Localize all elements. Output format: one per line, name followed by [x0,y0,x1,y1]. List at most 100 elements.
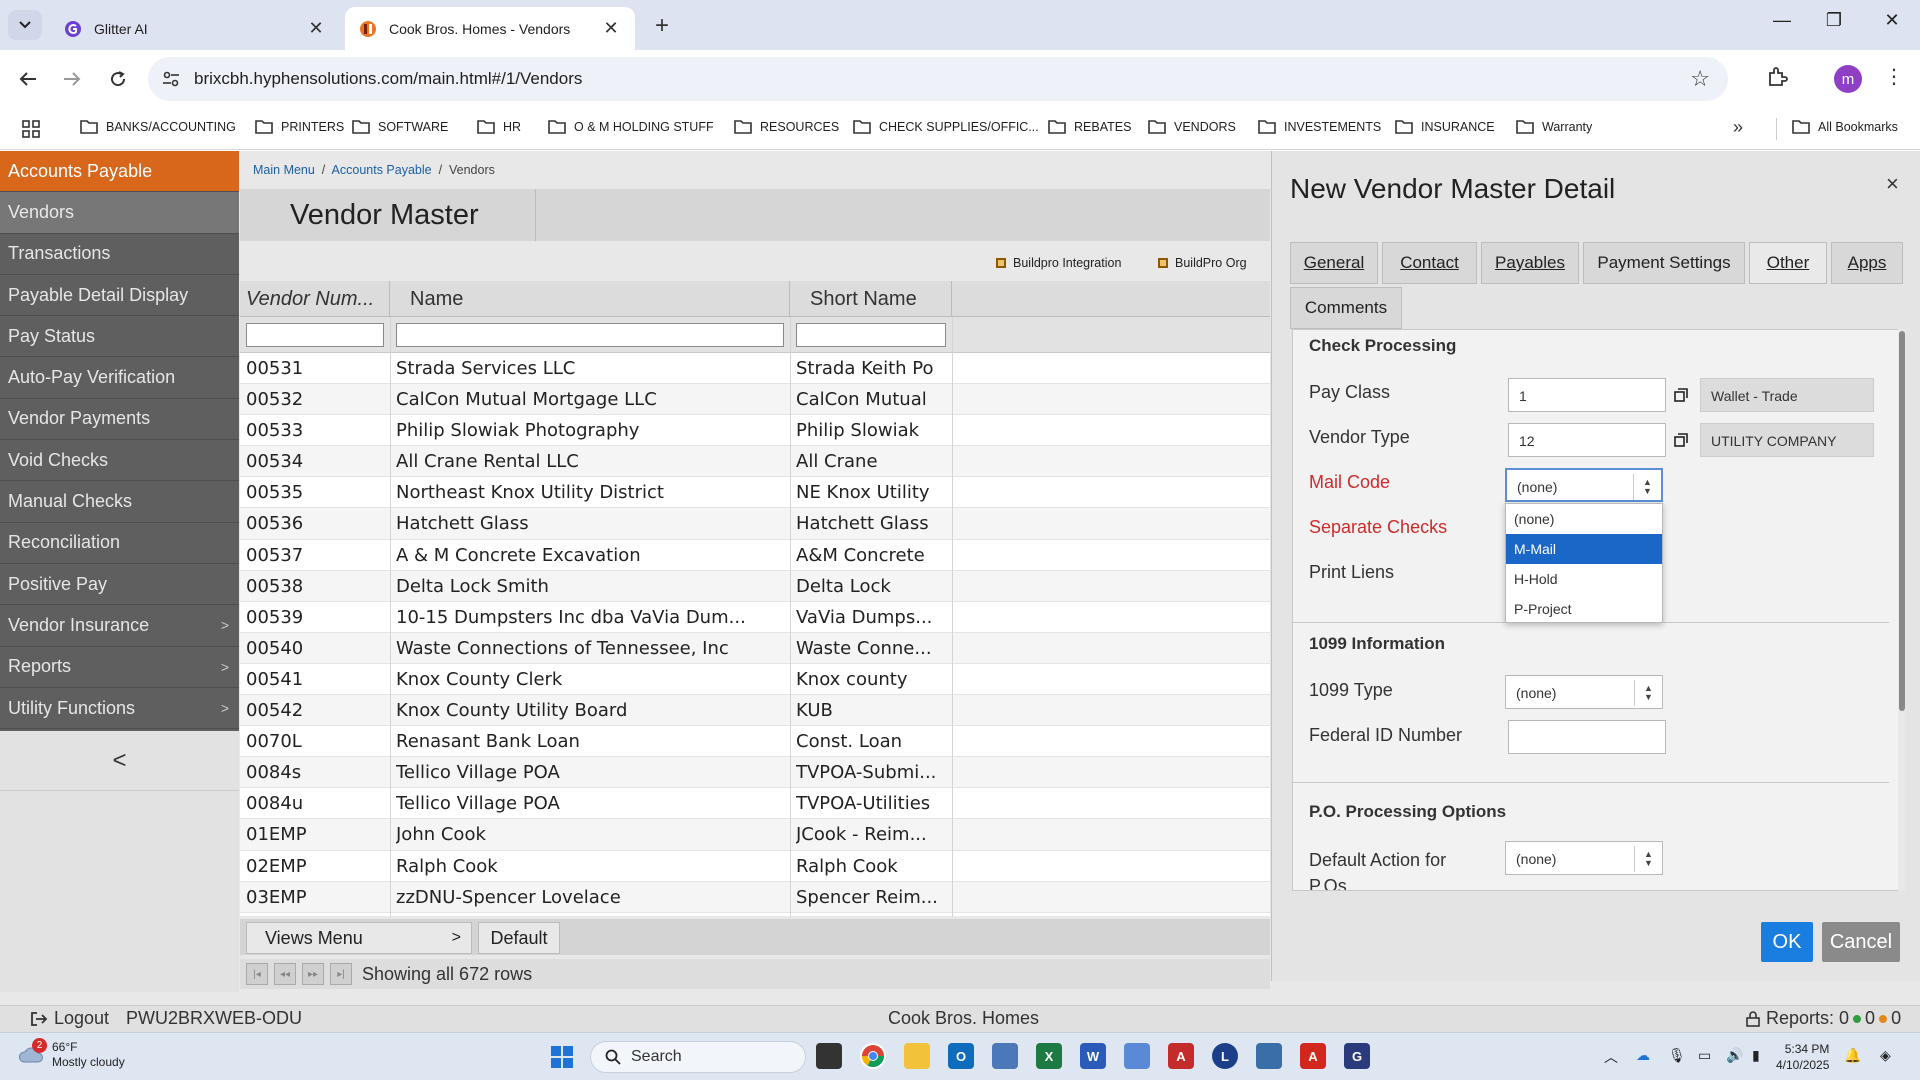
microphone-icon[interactable]: 🎙 [1668,1047,1686,1064]
type-1099-select[interactable]: (none) ▲ ▼ [1505,675,1663,709]
outlook-icon[interactable]: O [948,1043,974,1069]
bookmark-folder[interactable]: O & M HOLDING STUFF [548,119,714,134]
more-bookmarks-icon[interactable]: » [1733,117,1743,138]
tab-payment-settings[interactable]: Payment Settings [1583,242,1745,284]
tab-contact[interactable]: Contact [1382,242,1477,284]
taskbar-search[interactable]: Search [590,1041,806,1073]
table-row[interactable]: 00542 Knox County Utility Board KUB [240,695,1270,727]
table-row[interactable]: 0070L Renasant Bank Loan Const. Loan [240,726,1270,758]
tab-comments[interactable]: Comments [1290,287,1402,329]
dropdown-option[interactable]: P-Project [1506,594,1662,624]
bookmark-folder[interactable]: SOFTWARE [352,119,448,134]
modal-scrollbar[interactable] [1898,329,1906,891]
reports-status[interactable]: Reports: 0 0 0 [1746,1008,1901,1029]
sidebar-item-reconciliation[interactable]: Reconciliation [0,523,239,564]
sidebar-item-pay-status[interactable]: Pay Status [0,316,239,358]
cancel-button[interactable]: Cancel [1822,922,1900,962]
back-button[interactable] [12,63,44,95]
snipping-tool-icon[interactable] [1124,1043,1150,1069]
sidebar-item-payable-detail-display[interactable]: Payable Detail Display [0,275,239,317]
onedrive-icon[interactable]: ☁ [1636,1047,1650,1064]
pay-class-input[interactable]: 1 [1508,378,1666,412]
table-row[interactable]: 00532 CalCon Mutual Mortgage LLC CalCon Mu… [240,384,1270,416]
breadcrumb-main-menu[interactable]: Main Menu [253,163,315,177]
dropdown-option[interactable]: (none) [1506,504,1662,534]
sidebar-item-vendors[interactable]: Vendors [0,192,239,234]
close-tab-icon[interactable]: ✕ [306,18,326,39]
lookup-icon[interactable] [1674,433,1688,447]
short-name-filter-input[interactable] [796,323,946,347]
dropdown-option[interactable]: M-Mail [1506,534,1662,564]
buildpro-org-filter[interactable]: BuildPro Org [1158,256,1247,270]
table-row[interactable]: 00539 10-15 Dumpsters Inc dba VaVia Dum..… [240,602,1270,633]
table-row[interactable]: 0084s Tellico Village POA TVPOA-Submi... [240,757,1270,789]
table-row[interactable]: 00534 All Crane Rental LLC All Crane [240,446,1270,478]
bookmark-folder[interactable]: INSURANCE [1395,119,1495,134]
table-row[interactable]: 00540 Waste Connections of Tennessee, Inc… [240,632,1270,664]
buildpro-integration-filter[interactable]: Buildpro Integration [996,256,1121,270]
extensions-puzzle-icon[interactable] [1766,66,1788,88]
network-app-icon[interactable] [992,1043,1018,1069]
mail-code-select[interactable]: (none) ▲ ▼ [1505,468,1663,502]
word-icon[interactable]: W [1080,1043,1106,1069]
apps-grid-icon[interactable] [22,120,40,138]
next-page-icon[interactable]: ▸▸ [302,963,324,985]
battery-icon[interactable]: ▮ [1752,1047,1760,1064]
weather-widget[interactable]: 2 66°F Mostly cloudy [18,1038,125,1070]
dropdown-option[interactable]: H-Hold [1506,564,1662,594]
bookmark-folder[interactable]: VENDORS [1148,119,1236,134]
column-header-vendor-number[interactable]: Vendor Num... [240,281,390,317]
profile-avatar[interactable]: m [1834,65,1862,93]
forward-button[interactable] [56,63,88,95]
sidebar-item-vendor-insurance[interactable]: Vendor Insurance > [0,605,239,647]
new-tab-button[interactable]: + [648,12,676,40]
table-row[interactable]: 00531 Strada Services LLC Strada Keith Po [240,353,1270,385]
app-l-icon[interactable]: L [1212,1043,1238,1069]
acrobat-icon[interactable]: A [1300,1043,1326,1069]
access-icon[interactable]: A [1168,1043,1194,1069]
chrome-icon[interactable] [860,1043,886,1069]
table-row[interactable]: 00533 Philip Slowiak Photography Philip Sl… [240,415,1270,447]
column-header-name[interactable]: Name [390,281,790,317]
copilot-icon[interactable]: ◈ [1880,1047,1891,1064]
logout-button[interactable]: Logout [30,1008,109,1029]
sidebar-item-manual-checks[interactable]: Manual Checks [0,481,239,523]
table-row[interactable]: 00536 Hatchett Glass Hatchett Glass [240,508,1270,540]
bookmark-folder[interactable]: CHECK SUPPLIES/OFFIC... [853,119,1039,134]
tab-search-button[interactable] [8,10,42,40]
sidebar-item-reports[interactable]: Reports > [0,647,239,688]
views-menu-button[interactable]: Views Menu > [246,922,472,954]
bookmark-folder[interactable]: INVESTEMENTS [1258,119,1381,134]
federal-id-input[interactable] [1508,720,1666,754]
sidebar-item-transactions[interactable]: Transactions [0,234,239,275]
glitter-app-icon[interactable]: G [1344,1043,1370,1069]
sidebar-item-auto-pay-verification[interactable]: Auto-Pay Verification [0,357,239,399]
sidebar-item-void-checks[interactable]: Void Checks [0,440,239,482]
table-row[interactable]: 00537 A & M Concrete Excavation A&M Concre… [240,540,1270,571]
close-window-button[interactable]: ✕ [1872,10,1912,31]
close-tab-icon[interactable]: ✕ [601,18,621,39]
volume-icon[interactable]: 🔊 [1726,1047,1743,1064]
ok-button[interactable]: OK [1761,922,1813,962]
last-page-icon[interactable]: ▸| [330,963,352,985]
address-bar[interactable]: brixcbh.hyphensolutions.com/main.html#/1… [148,57,1728,101]
browser-tab-vendors[interactable]: Cook Bros. Homes - Vendors ✕ [345,7,635,50]
bookmark-folder[interactable]: PRINTERS [255,119,344,134]
table-row[interactable]: 01EMP John Cook JCook - Reim... [240,819,1270,851]
sidebar-item-positive-pay[interactable]: Positive Pay [0,564,239,606]
file-explorer-icon[interactable] [904,1043,930,1069]
maximize-button[interactable]: ❐ [1814,10,1854,31]
minimize-button[interactable]: — [1762,10,1802,31]
table-row[interactable]: 02EMP Ralph Cook Ralph Cook [240,851,1270,882]
sidebar-item-accounts-payable[interactable]: Accounts Payable [0,151,239,193]
close-icon[interactable]: × [1886,171,1899,197]
bookmark-star-icon[interactable]: ☆ [1690,66,1710,92]
tab-apps[interactable]: Apps [1831,242,1903,284]
default-view-tab[interactable]: Default [478,922,560,954]
default-action-select[interactable]: (none) ▲ ▼ [1505,841,1663,875]
table-row[interactable]: 0084u Tellico Village POA TVPOA-Utilities [240,788,1270,820]
windows-start-icon[interactable] [550,1045,574,1069]
bookmark-folder[interactable]: HR [477,119,521,134]
browser-menu-icon[interactable]: ⋮ [1884,64,1904,89]
task-view-icon[interactable] [816,1043,842,1069]
